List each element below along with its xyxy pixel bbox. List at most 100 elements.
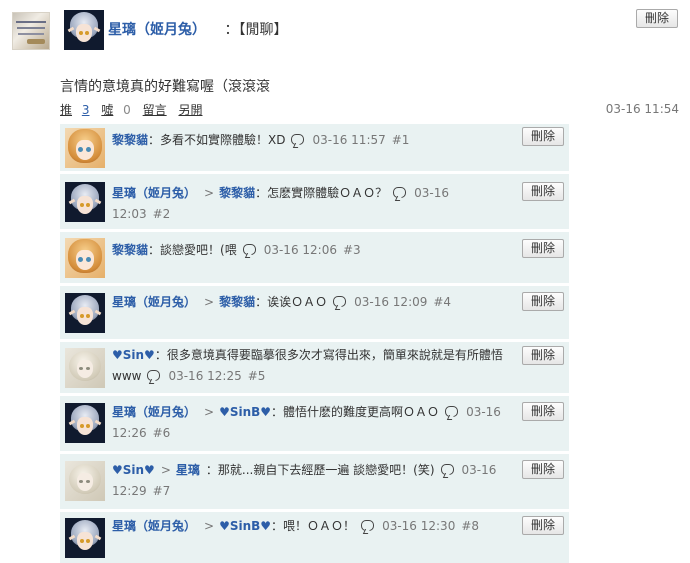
post-author-name[interactable]: 星璃（姬月兔） bbox=[108, 22, 206, 38]
speech-bubble-icon[interactable] bbox=[333, 296, 347, 307]
reply-message: ：诶诶ＯＡＯ bbox=[255, 295, 328, 309]
reply-clock: 12:29 bbox=[112, 484, 147, 498]
reply-item: 黎黎貓：多看不如實際體驗！XD 03-16 11:57 #1 刪除 bbox=[60, 123, 569, 171]
push-count[interactable]: 3 bbox=[82, 103, 90, 117]
reply-message: ：那就...親自下去經歷一遍 談戀愛吧！(笑) bbox=[205, 463, 435, 477]
post-content: 言情的意境真的好難寫喔（滾滾滾 bbox=[60, 79, 270, 95]
reply-delete-button[interactable]: 刪除 bbox=[522, 402, 565, 421]
speech-bubble-icon[interactable] bbox=[361, 520, 375, 531]
reply-arrow: > bbox=[204, 295, 215, 309]
reply-target[interactable]: ♥SinB♥ bbox=[219, 405, 271, 419]
reply-floor: #6 bbox=[152, 426, 171, 440]
reply-arrow: > bbox=[160, 463, 171, 477]
reply-item: ♥Sin♥ > 星璃 ：那就...親自下去經歷一遍 談戀愛吧！(笑) 03-16 12:2… bbox=[60, 453, 569, 509]
speech-bubble-icon[interactable] bbox=[147, 370, 161, 381]
reply-message: ：怎麽實際體驗ＯＡＯ？ bbox=[255, 186, 388, 200]
reply-floor: #1 bbox=[391, 133, 410, 147]
reply-author[interactable]: 黎黎貓 bbox=[112, 133, 148, 147]
reply-avatar[interactable] bbox=[65, 461, 105, 501]
reply-delete-button[interactable]: 刪除 bbox=[522, 292, 565, 311]
reply-date: 03-16 bbox=[466, 405, 501, 419]
reply-message: ：談戀愛吧！(喂 bbox=[148, 243, 237, 257]
reply-floor: #4 bbox=[433, 295, 452, 309]
reply-delete-button[interactable]: 刪除 bbox=[522, 182, 565, 201]
reply-arrow: > bbox=[204, 405, 215, 419]
reply-link[interactable]: 留言 bbox=[143, 103, 167, 117]
reply-avatar[interactable] bbox=[65, 182, 105, 222]
reply-clock: 12:26 bbox=[112, 426, 147, 440]
reply-delete-button[interactable]: 刪除 bbox=[522, 516, 565, 535]
reply-text: ♥Sin♥ > 星璃 ：那就...親自下去經歷一遍 談戀愛吧！(笑) 03-16 12:2… bbox=[112, 460, 512, 502]
reply-avatar[interactable] bbox=[65, 403, 105, 443]
reply-avatar[interactable] bbox=[65, 348, 105, 388]
reply-delete-button[interactable]: 刪除 bbox=[522, 239, 565, 258]
reply-floor: #3 bbox=[342, 243, 361, 257]
boo-count: 0 bbox=[123, 103, 131, 117]
reply-item: ♥Sin♥：很多意境真得要臨摹很多次才寫得出來，簡單來說就是有所體悟 www 03-… bbox=[60, 341, 569, 393]
speech-bubble-icon[interactable] bbox=[393, 187, 407, 198]
reply-avatar[interactable] bbox=[65, 293, 105, 333]
reply-text: 星璃（姬月兔） > 黎黎貓：诶诶ＯＡＯ 03-16 12:09 #4 bbox=[112, 292, 512, 313]
speech-bubble-icon[interactable] bbox=[440, 464, 454, 475]
reply-date: 03-16 bbox=[414, 186, 449, 200]
reply-author[interactable]: ♥Sin♥ bbox=[112, 348, 155, 362]
reply-author[interactable]: 星璃（姬月兔） bbox=[112, 405, 196, 419]
post-author-line: 星璃（姬月兔） ：【閒聊】 bbox=[108, 19, 287, 39]
boo-link[interactable]: 噓 bbox=[101, 103, 113, 117]
reply-author[interactable]: 星璃（姬月兔） bbox=[112, 295, 196, 309]
reply-text: 星璃（姬月兔） > 黎黎貓：怎麽實際體驗ＯＡＯ？ 03-16 12:03 #2 bbox=[112, 183, 512, 225]
reply-item: 星璃（姬月兔） > ♥SinB♥：體悟什麽的難度更高啊ＯＡＯ 03-16 12:26 #6… bbox=[60, 395, 569, 451]
post-category: ：【閒聊】 bbox=[224, 22, 288, 38]
reply-floor: #5 bbox=[247, 369, 266, 383]
reply-text: ♥Sin♥：很多意境真得要臨摹很多次才寫得出來，簡單來說就是有所體悟 www 03-… bbox=[112, 345, 557, 387]
post-thumbnail[interactable] bbox=[12, 12, 50, 50]
reply-time: 03-16 12:25 bbox=[168, 369, 242, 383]
reply-text: 黎黎貓：談戀愛吧！(喂 03-16 12:06 #3 bbox=[112, 240, 512, 261]
reply-time: 03-16 12:09 bbox=[354, 295, 428, 309]
reply-target[interactable]: 黎黎貓 bbox=[219, 295, 255, 309]
speech-bubble-icon[interactable] bbox=[445, 406, 459, 417]
reply-target[interactable]: 黎黎貓 bbox=[219, 186, 255, 200]
reply-avatar[interactable] bbox=[65, 128, 105, 168]
reply-target[interactable]: 星璃 bbox=[176, 463, 200, 477]
reply-text: 星璃（姬月兔） > ♥SinB♥：喂！ＯＡＯ！ 03-16 12:30 #8 bbox=[112, 516, 512, 537]
reply-floor: #2 bbox=[152, 207, 171, 221]
author-avatar[interactable] bbox=[64, 10, 104, 50]
reply-date: 03-16 bbox=[461, 463, 497, 477]
reply-avatar[interactable] bbox=[65, 238, 105, 278]
reply-author[interactable]: 黎黎貓 bbox=[112, 243, 148, 257]
reply-author[interactable]: ♥Sin♥ bbox=[112, 463, 155, 477]
reply-avatar[interactable] bbox=[65, 518, 105, 558]
speech-bubble-icon[interactable] bbox=[242, 244, 256, 255]
reply-message: ：體悟什麽的難度更高啊ＯＡＯ bbox=[271, 405, 440, 419]
post-stats: 推 3 噓 0 留言 另開 bbox=[60, 101, 202, 118]
reply-author[interactable]: 星璃（姬月兔） bbox=[112, 519, 196, 533]
reply-delete-button[interactable]: 刪除 bbox=[522, 127, 565, 146]
push-link[interactable]: 推 bbox=[60, 103, 72, 117]
reply-author[interactable]: 星璃（姬月兔） bbox=[112, 186, 196, 200]
reply-text: 黎黎貓：多看不如實際體驗！XD 03-16 11:57 #1 bbox=[112, 130, 512, 151]
reply-item: 黎黎貓：談戀愛吧！(喂 03-16 12:06 #3 刪除 bbox=[60, 231, 569, 283]
speech-bubble-icon[interactable] bbox=[291, 134, 305, 145]
reply-delete-button[interactable]: 刪除 bbox=[522, 346, 565, 365]
open-new-link[interactable]: 另開 bbox=[178, 103, 202, 117]
reply-time: 03-16 12:06 bbox=[263, 243, 337, 257]
reply-text: 星璃（姬月兔） > ♥SinB♥：體悟什麽的難度更高啊ＯＡＯ 03-16 12:26 #6 bbox=[112, 402, 512, 444]
reply-time: 03-16 12:30 bbox=[382, 519, 456, 533]
reply-message: ：多看不如實際體驗！XD bbox=[148, 133, 286, 147]
reply-time: 03-16 11:57 bbox=[312, 133, 386, 147]
reply-delete-button[interactable]: 刪除 bbox=[522, 460, 565, 479]
reply-floor: #7 bbox=[152, 484, 171, 498]
reply-item: 星璃（姬月兔） > 黎黎貓：怎麽實際體驗ＯＡＯ？ 03-16 12:03 #2 刪除 bbox=[60, 173, 569, 229]
reply-message: ：喂！ＯＡＯ！ bbox=[271, 519, 356, 533]
reply-message: ：很多意境真得要臨摹很多次才寫得出來，簡單來說就是有所體悟 bbox=[154, 348, 503, 362]
reply-item: 星璃（姬月兔） > ♥SinB♥：喂！ＯＡＯ！ 03-16 12:30 #8 刪除 bbox=[60, 511, 569, 563]
reply-floor: #8 bbox=[461, 519, 480, 533]
reply-target[interactable]: ♥SinB♥ bbox=[219, 519, 271, 533]
reply-arrow: > bbox=[204, 519, 215, 533]
post-delete-button[interactable]: 刪除 bbox=[636, 9, 679, 28]
reply-message-continued: www bbox=[112, 369, 142, 383]
post-header: 星璃（姬月兔） ：【閒聊】 刪除 bbox=[0, 0, 690, 60]
reply-item: 星璃（姬月兔） > 黎黎貓：诶诶ＯＡＯ 03-16 12:09 #4 刪除 bbox=[60, 285, 569, 339]
post-time: 03-16 11:54 bbox=[605, 102, 679, 116]
